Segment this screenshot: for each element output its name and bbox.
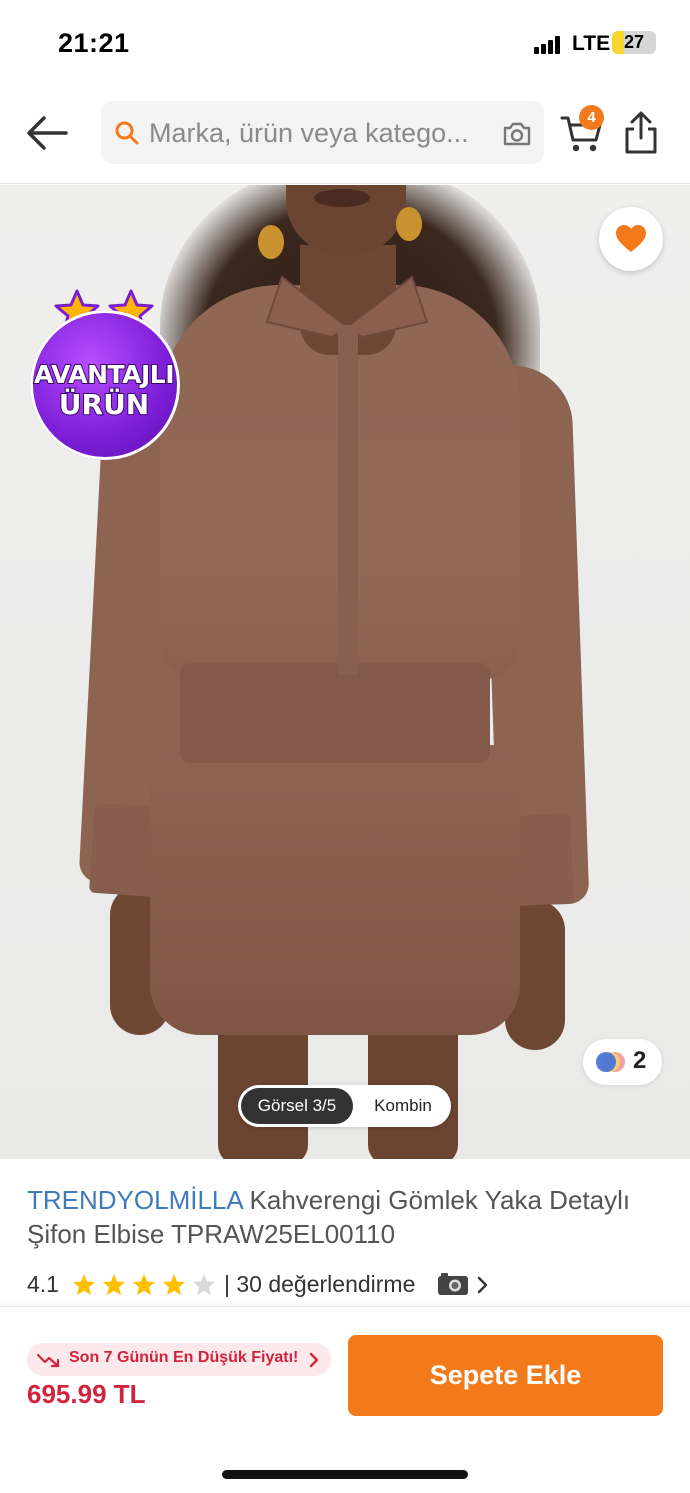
rating-stars	[72, 1273, 222, 1301]
top-header: Marka, ürün veya katego... 4	[0, 88, 690, 184]
share-button[interactable]	[622, 110, 660, 156]
status-bar: 21:21 LTE 27	[0, 0, 690, 88]
rating-row[interactable]: 4.1 | 30 değerlendirme	[27, 1270, 667, 1302]
bottom-purchase-bar: Son 7 Günün En Düşük Fiyatı! 695.99 TL S…	[0, 1306, 690, 1493]
favorite-button[interactable]	[599, 207, 663, 271]
cart-count-badge: 4	[579, 105, 604, 130]
brand-link[interactable]: TRENDYOLMİLLA	[27, 1185, 242, 1215]
lowest-price-badge[interactable]: Son 7 Günün En Düşük Fiyatı!	[27, 1343, 331, 1376]
lowest-price-label: Son 7 Günün En Düşük Fiyatı!	[69, 1349, 299, 1366]
product-title: TRENDYOLMİLLA Kahverengi Gömlek Yaka Det…	[27, 1183, 667, 1251]
color-variants-chip[interactable]: 2	[583, 1039, 662, 1085]
dress-skirt	[150, 745, 520, 1035]
search-icon	[115, 121, 139, 145]
chevron-right-icon	[477, 1276, 488, 1294]
star-filled-icon	[162, 1273, 192, 1301]
status-time: 21:21	[58, 28, 130, 58]
star-empty-icon	[192, 1273, 222, 1301]
chevron-right-icon	[309, 1352, 319, 1368]
signal-icon	[534, 36, 564, 54]
review-count: | 30 değerlendirme	[224, 1271, 416, 1297]
network-label: LTE	[572, 32, 611, 55]
gallery-view-toggle: Görsel 3/5 Kombin	[238, 1085, 451, 1127]
heart-icon	[616, 225, 646, 252]
search-bar[interactable]: Marka, ürün veya katego...	[101, 101, 544, 164]
star-filled-icon	[132, 1273, 162, 1301]
search-input[interactable]: Marka, ürün veya katego...	[149, 118, 499, 149]
tab-combination[interactable]: Kombin	[358, 1088, 448, 1124]
battery-icon: 27	[612, 31, 656, 54]
color-variants-icon	[596, 1052, 625, 1072]
advantage-badge: AVANTAJLI ÜRÜN	[18, 288, 190, 460]
trend-down-icon	[37, 1353, 60, 1368]
star-filled-icon	[72, 1273, 102, 1301]
battery-level: 27	[623, 32, 645, 52]
variants-count: 2	[633, 1047, 647, 1074]
tab-images[interactable]: Görsel 3/5	[241, 1088, 353, 1124]
back-button[interactable]	[22, 110, 72, 156]
dress-waist	[180, 663, 490, 763]
camera-icon[interactable]	[501, 120, 533, 148]
share-icon	[625, 111, 657, 154]
star-filled-icon	[102, 1273, 132, 1301]
photo-review-icon	[438, 1273, 468, 1295]
home-indicator[interactable]	[222, 1470, 468, 1479]
product-price: 695.99 TL	[27, 1379, 146, 1409]
rating-value: 4.1	[27, 1271, 59, 1297]
badge-line2: ÜRÜN	[58, 387, 150, 422]
arrow-left-icon	[27, 116, 68, 150]
badge-line1: AVANTAJLI	[33, 359, 176, 390]
add-to-cart-button[interactable]: Sepete Ekle	[348, 1335, 663, 1416]
